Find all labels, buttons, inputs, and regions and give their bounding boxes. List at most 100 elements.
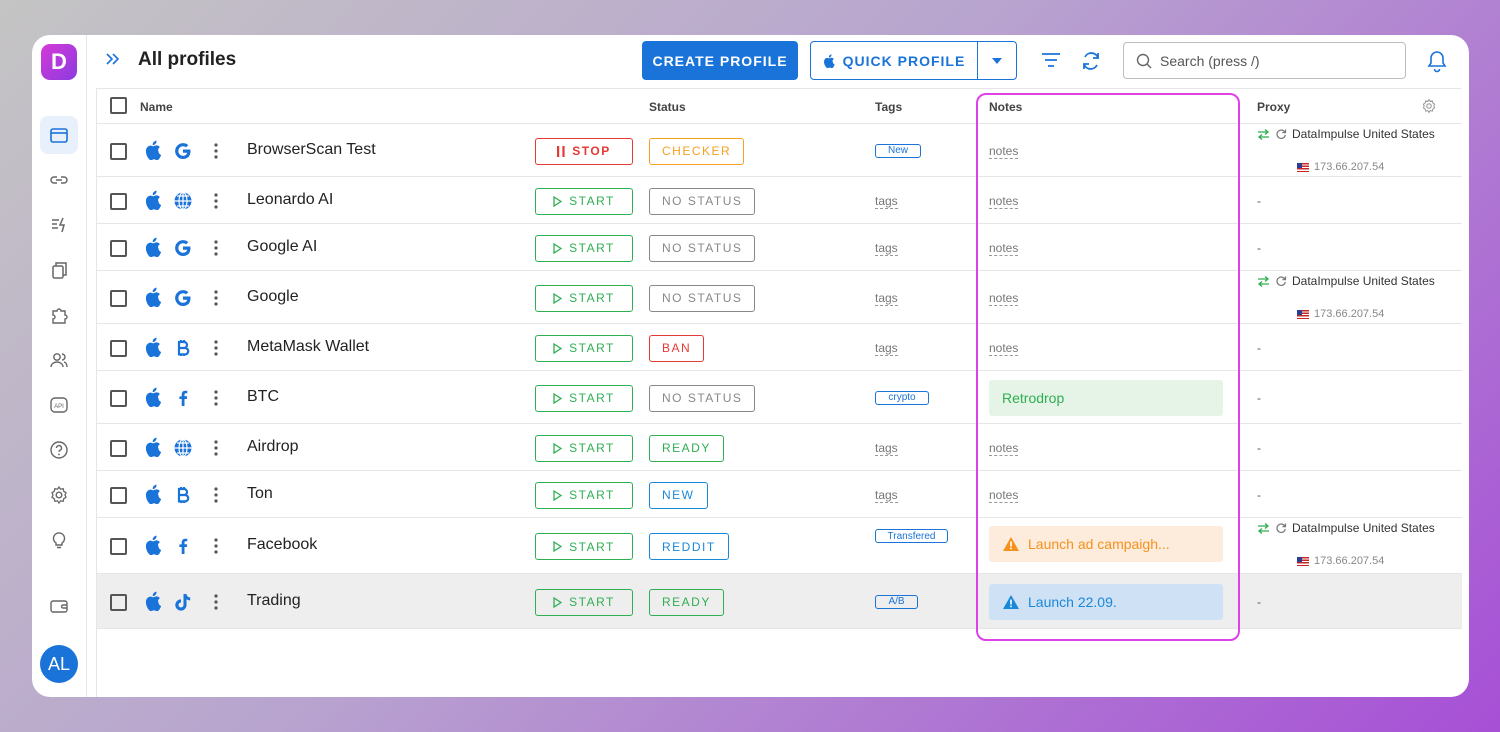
profile-name[interactable]: Ton (247, 485, 273, 503)
proxy-info[interactable]: DataImpulse United States (1257, 274, 1435, 288)
profile-name[interactable]: Trading (247, 592, 301, 610)
row-checkbox[interactable] (110, 538, 127, 555)
quick-profile-dropdown-toggle[interactable] (978, 57, 1016, 64)
stop-button[interactable]: STOP (535, 137, 633, 165)
profile-name[interactable]: BTC (247, 388, 279, 406)
row-menu-icon[interactable] (214, 192, 218, 214)
row-menu-icon[interactable] (214, 593, 218, 615)
row-menu-icon[interactable] (214, 142, 218, 164)
row-menu-icon[interactable] (214, 538, 218, 559)
row-menu-icon[interactable] (214, 486, 218, 508)
proxy-info[interactable]: DataImpulse United States (1257, 521, 1435, 535)
row-checkbox[interactable] (110, 142, 127, 160)
status-badge[interactable]: READY (649, 434, 724, 462)
row-menu-icon[interactable] (214, 289, 218, 311)
proxy-refresh-icon[interactable] (1275, 522, 1287, 534)
table-row[interactable]: Airdrop START READY tags notes - (97, 424, 1462, 471)
automation-icon[interactable] (40, 206, 78, 244)
table-row[interactable]: BrowserScan Test STOP CHECKER New notes DataI… (97, 124, 1462, 177)
tag-chip[interactable]: Transfered (875, 529, 948, 543)
table-row[interactable]: Facebook START REDDIT Transfered Launch ad c… (97, 518, 1462, 574)
row-checkbox[interactable] (110, 486, 127, 504)
row-checkbox[interactable] (110, 192, 127, 210)
row-checkbox[interactable] (110, 439, 127, 457)
table-row[interactable]: Google AI START NO STATUS tags notes - (97, 224, 1462, 271)
status-badge[interactable]: BAN (649, 334, 705, 362)
table-row[interactable]: Leonardo AI START NO STATUS tags notes - (97, 177, 1462, 224)
quick-profile-button[interactable]: QUICK PROFILE (811, 42, 978, 79)
profile-name[interactable]: Facebook (247, 536, 317, 554)
notes-placeholder[interactable]: notes (989, 291, 1019, 306)
row-checkbox[interactable] (110, 389, 127, 407)
profile-name[interactable]: Google AI (247, 238, 317, 256)
column-settings-gear-icon[interactable] (1421, 98, 1437, 114)
start-button[interactable]: START (535, 334, 633, 362)
column-header-status[interactable]: Status (649, 100, 686, 114)
proxy-refresh-icon[interactable] (1275, 275, 1287, 287)
start-button[interactable]: START (535, 481, 633, 509)
profile-name[interactable]: Airdrop (247, 438, 299, 456)
row-checkbox[interactable] (110, 593, 127, 611)
proxy-refresh-icon[interactable] (1275, 128, 1287, 140)
wallet-icon[interactable] (40, 587, 78, 625)
start-button[interactable]: START (535, 533, 633, 560)
create-profile-button[interactable]: CREATE PROFILE (642, 41, 798, 80)
start-button[interactable]: START (535, 384, 633, 412)
copy-icon[interactable] (40, 251, 78, 289)
row-menu-icon[interactable] (214, 389, 218, 411)
start-button[interactable]: START (535, 588, 633, 616)
tags-placeholder[interactable]: tags (875, 194, 898, 209)
column-header-tags[interactable]: Tags (875, 100, 902, 114)
row-menu-icon[interactable] (214, 439, 218, 461)
filter-icon[interactable] (1040, 50, 1062, 75)
profile-name[interactable]: Google (247, 288, 299, 306)
notes-placeholder[interactable]: notes (989, 241, 1019, 256)
status-badge[interactable]: NO STATUS (649, 384, 756, 412)
column-header-name[interactable]: Name (140, 100, 173, 114)
help-icon[interactable] (40, 431, 78, 469)
table-row[interactable]: Google START NO STATUS tags notes DataImpulse… (97, 271, 1462, 324)
refresh-icon[interactable] (1080, 50, 1102, 77)
row-checkbox[interactable] (110, 289, 127, 307)
start-button[interactable]: START (535, 284, 633, 312)
tags-placeholder[interactable]: tags (875, 488, 898, 503)
expand-sidebar-icon[interactable] (104, 50, 122, 73)
tag-chip[interactable]: A/B (875, 594, 918, 609)
column-header-notes[interactable]: Notes (989, 100, 1022, 114)
users-icon[interactable] (40, 341, 78, 379)
select-all-checkbox[interactable] (110, 97, 127, 114)
status-badge[interactable]: NO STATUS (649, 234, 756, 262)
status-badge[interactable]: NO STATUS (649, 187, 756, 215)
status-badge[interactable]: READY (649, 588, 724, 616)
start-button[interactable]: START (535, 234, 633, 262)
notes-placeholder[interactable]: notes (989, 441, 1019, 456)
note-box[interactable]: Retrodrop (989, 379, 1223, 416)
tags-placeholder[interactable]: tags (875, 441, 898, 456)
search-input[interactable] (1160, 52, 1390, 69)
table-row[interactable]: MetaMask Wallet START BAN tags notes - (97, 324, 1462, 371)
status-badge[interactable]: CHECKER (649, 137, 745, 165)
profile-name[interactable]: BrowserScan Test (247, 141, 376, 159)
lightbulb-icon[interactable] (40, 521, 78, 559)
note-box[interactable]: Launch ad campaigh... (989, 526, 1223, 562)
tags-placeholder[interactable]: tags (875, 341, 898, 356)
tag-chip[interactable]: New (875, 143, 921, 158)
notes-placeholder[interactable]: notes (989, 144, 1019, 159)
row-menu-icon[interactable] (214, 339, 218, 361)
table-row[interactable]: BTC START NO STATUS crypto Retrodrop - (97, 371, 1462, 424)
notes-placeholder[interactable]: notes (989, 341, 1019, 356)
start-button[interactable]: START (535, 434, 633, 462)
column-header-proxy[interactable]: Proxy (1257, 100, 1290, 114)
tags-placeholder[interactable]: tags (875, 291, 898, 306)
tag-chip[interactable]: crypto (875, 390, 929, 405)
status-badge[interactable]: REDDIT (649, 533, 729, 560)
tags-placeholder[interactable]: tags (875, 241, 898, 256)
row-checkbox[interactable] (110, 339, 127, 357)
row-checkbox[interactable] (110, 239, 127, 257)
profile-name[interactable]: MetaMask Wallet (247, 338, 369, 356)
proxy-info[interactable]: DataImpulse United States (1257, 127, 1435, 141)
api-icon[interactable]: API (40, 386, 78, 424)
link-icon[interactable] (40, 161, 78, 199)
user-avatar[interactable]: AL (40, 645, 78, 683)
status-badge[interactable]: NO STATUS (649, 284, 756, 312)
